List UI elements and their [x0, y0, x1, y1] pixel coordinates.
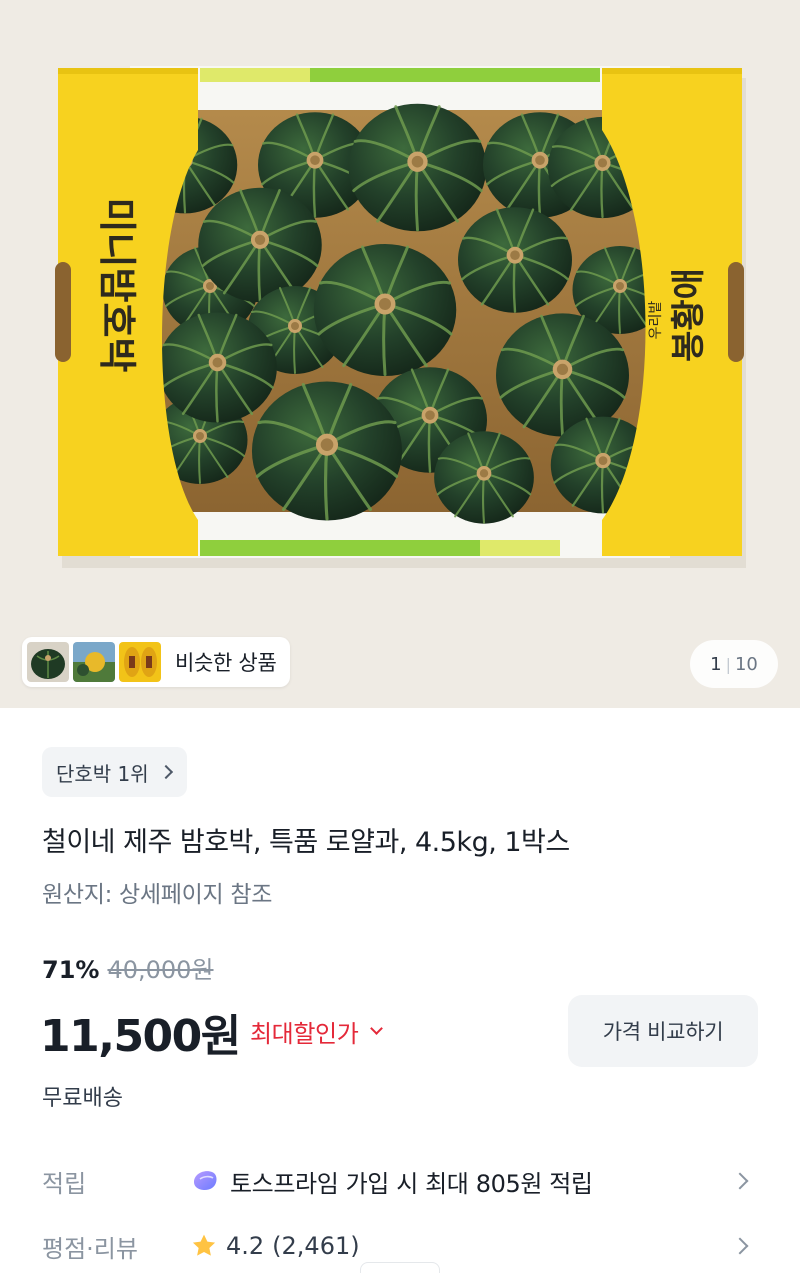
toss-prime-icon: [194, 1171, 217, 1190]
rating-value: 4.2: [226, 1232, 265, 1260]
product-title: 철이네 제주 밤호박, 특품 로얄과, 4.5kg, 1박스: [42, 827, 570, 858]
max-discount-label: 최대할인가: [250, 1020, 359, 1048]
box-brand-right: 봉황애: [670, 268, 708, 362]
similar-products-label: 비슷한 상품: [175, 651, 277, 675]
discount-rate: 71%: [42, 956, 100, 984]
discount-row: 71% 40,000원: [42, 950, 214, 985]
box-brand-left: 미니밤호박: [95, 198, 137, 373]
price-compare-button[interactable]: 가격 비교하기: [568, 995, 758, 1067]
points-row[interactable]: 적립 토스프라임 가입 시 최대 805원 적립: [0, 1157, 800, 1205]
product-origin: 원산지: 상세페이지 참조: [42, 882, 273, 908]
chevron-right-icon: [158, 764, 173, 780]
product-image-gallery[interactable]: 미니밤호박 봉황애 우리밭 비슷한 상품 1 | 10: [0, 0, 800, 708]
page-current: 1: [710, 653, 722, 675]
points-label: 적립: [42, 1169, 87, 1198]
product-photo: 미니밤호박 봉황애 우리밭: [0, 0, 800, 708]
chevron-right-icon: [731, 1237, 749, 1255]
max-discount-toggle[interactable]: 최대할인가: [250, 1014, 384, 1049]
chevron-down-icon: [370, 1022, 384, 1035]
points-text: 토스프라임 가입 시 최대 805원 적립: [230, 1169, 593, 1198]
similar-thumb-3: [119, 642, 161, 682]
page-separator: |: [725, 654, 731, 674]
chevron-right-icon: [731, 1172, 749, 1190]
image-page-indicator: 1 | 10: [690, 640, 778, 688]
original-price: 40,000원: [107, 956, 214, 984]
box-brand-right-small: 우리밭: [647, 301, 663, 340]
similar-thumb-2: [73, 642, 115, 682]
star-icon: [192, 1234, 216, 1256]
page-total: 10: [734, 653, 758, 675]
similar-thumb-1: [27, 642, 69, 682]
shipping-info: 무료배송: [42, 1086, 123, 1111]
rating-review-label: 평점·리뷰: [42, 1234, 138, 1263]
rating-content: 4.2 (2,461): [190, 1232, 360, 1260]
sale-price: 11,500원: [40, 1011, 241, 1062]
bottom-handle: [360, 1262, 440, 1273]
category-rank-chip[interactable]: 단호박 1위: [42, 747, 187, 797]
rank-label: 단호박 1위: [56, 761, 149, 786]
similar-products-button[interactable]: 비슷한 상품: [22, 637, 291, 687]
points-content: 토스프라임 가입 시 최대 805원 적립: [190, 1164, 593, 1199]
review-count: (2,461): [272, 1232, 360, 1260]
